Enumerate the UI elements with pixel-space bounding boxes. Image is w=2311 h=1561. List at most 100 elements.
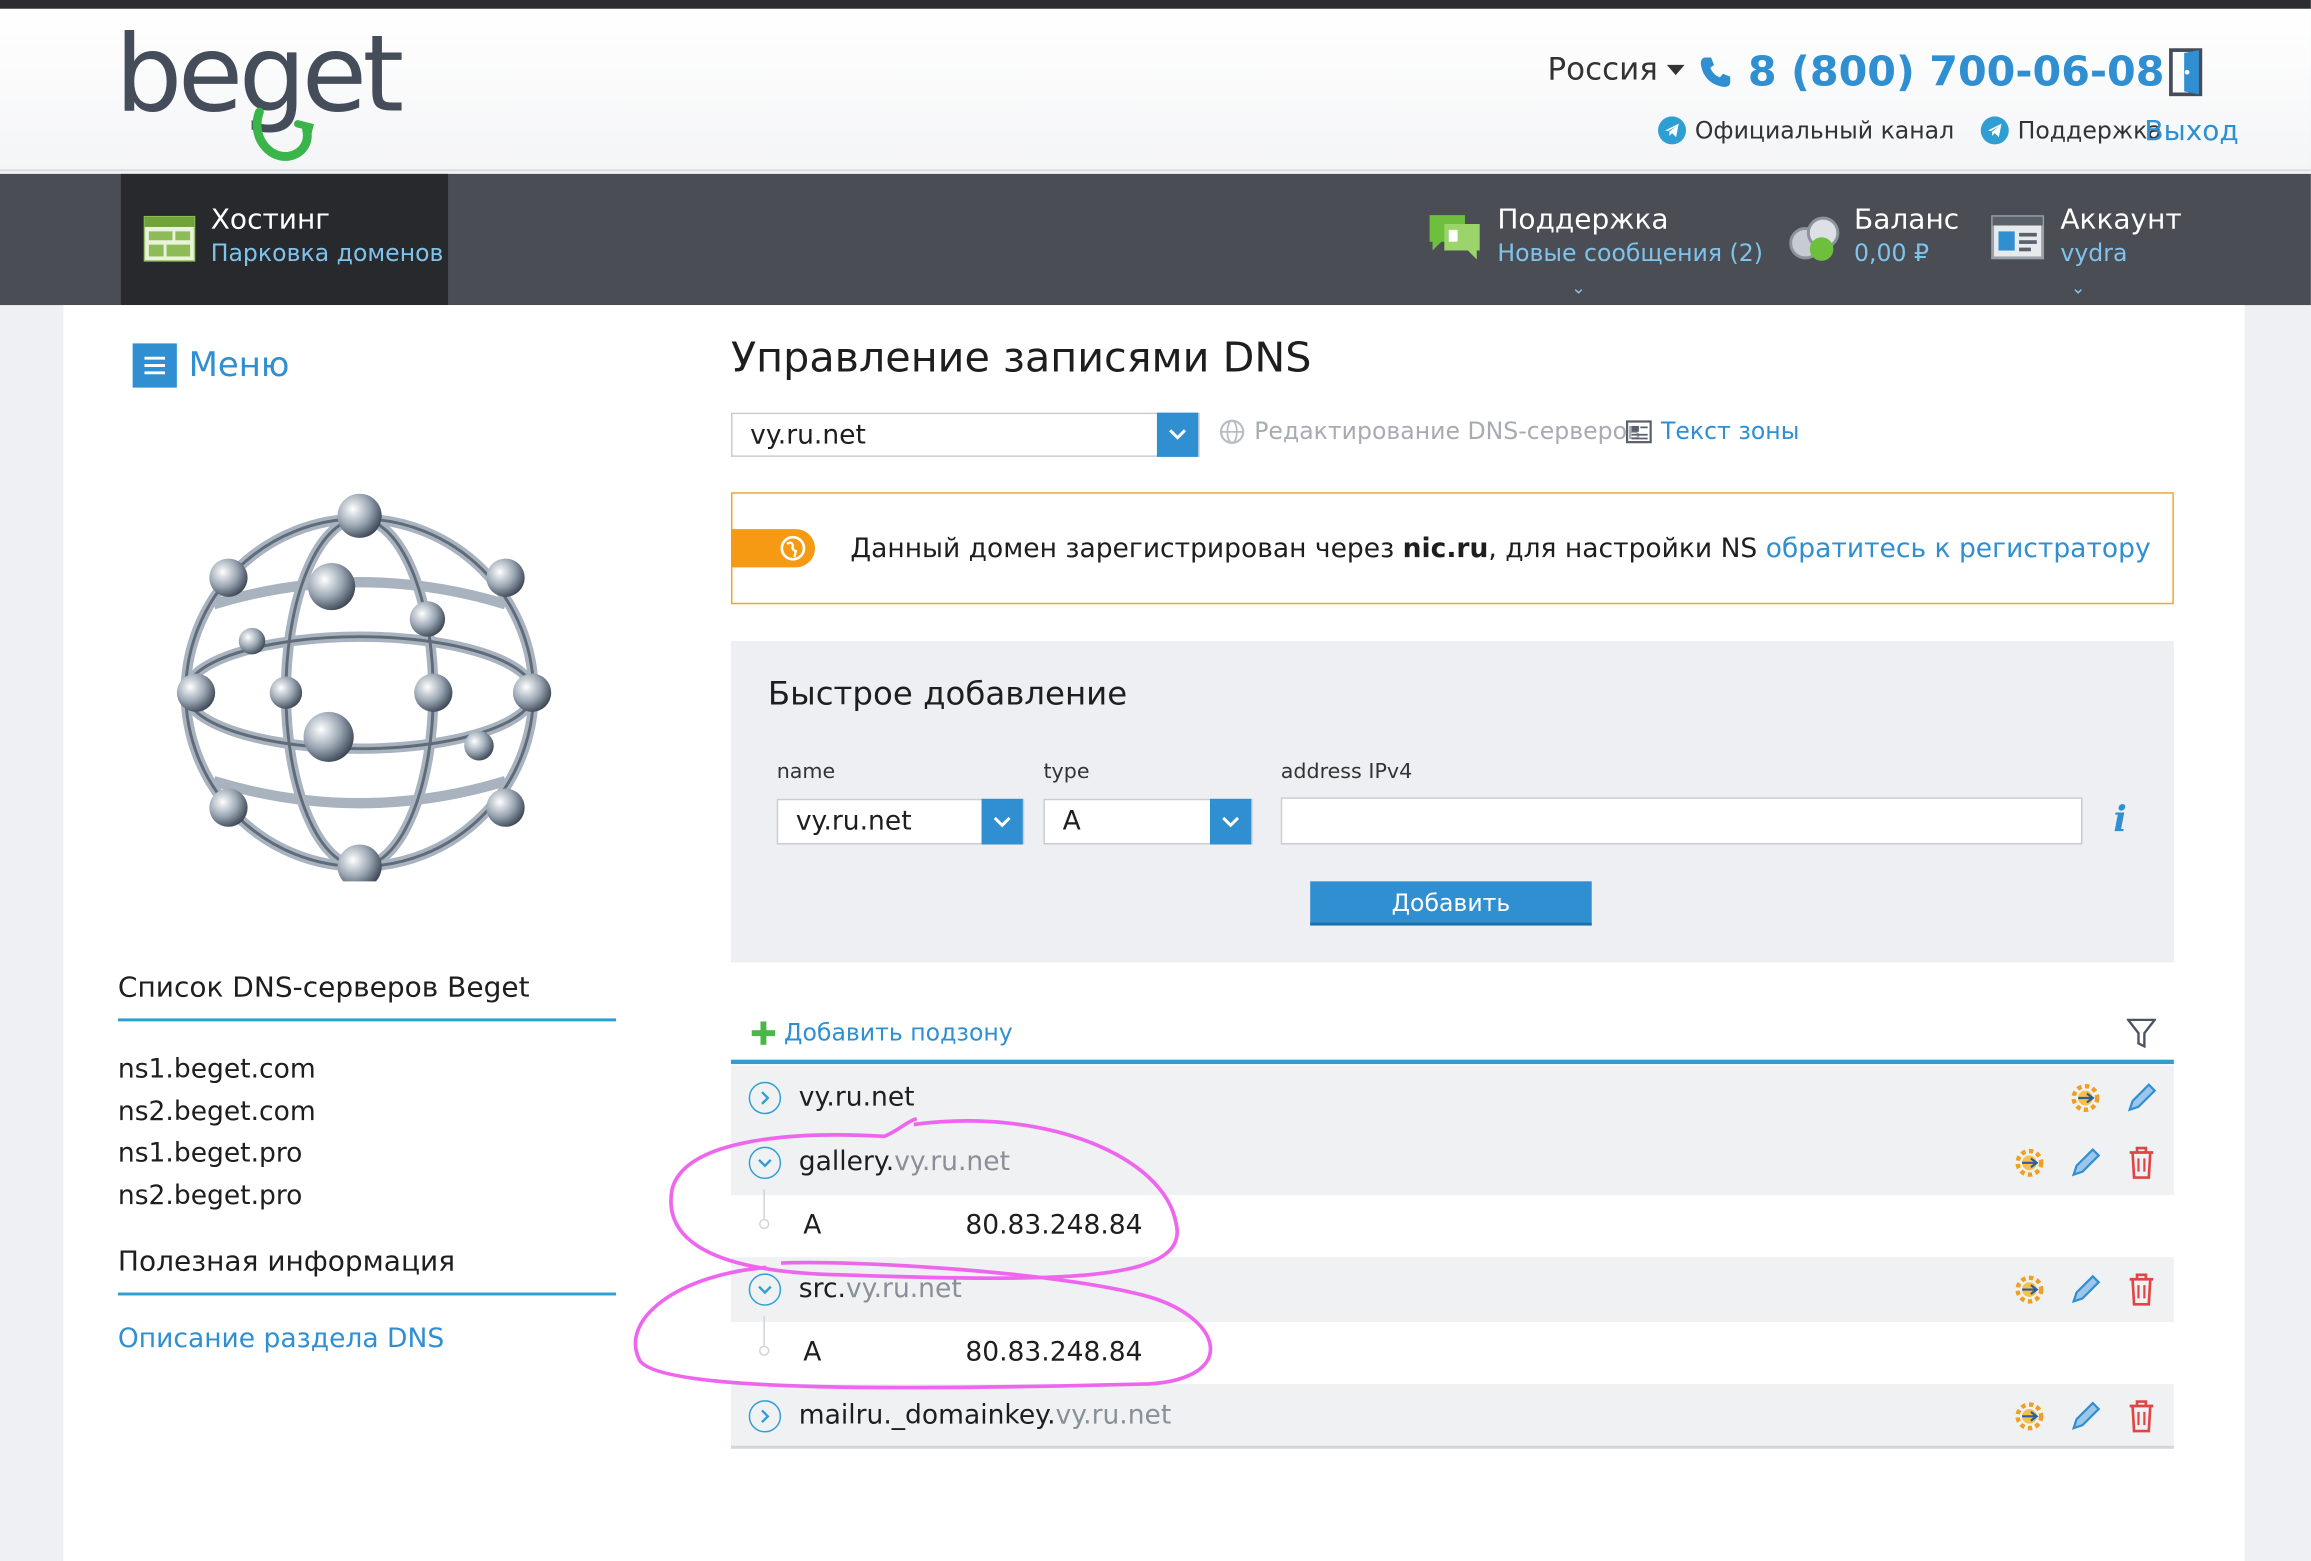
zone-name: src.vy.ru.net [799, 1273, 962, 1304]
dns-servers-heading: Список DNS-серверов Beget [117, 971, 617, 1022]
address-ipv4-input[interactable] [1280, 797, 2083, 845]
plus-icon [751, 1020, 776, 1045]
trash-icon[interactable] [2124, 1145, 2159, 1180]
quick-add-title: Быстрое добавление [767, 676, 1128, 714]
dns-description-link[interactable]: Описание раздела DNS [118, 1323, 444, 1354]
zone-prefix: gallery. [798, 1146, 895, 1178]
tree-line [763, 1316, 765, 1346]
record-row[interactable]: A 80.83.248.84 [731, 1189, 2174, 1258]
add-subzone-label: Добавить подзону [784, 1018, 1013, 1047]
nav-balance-sub: 0,00 ₽ [1854, 238, 1930, 267]
caret-down-icon [1666, 64, 1685, 75]
zone-domain: vy.ru.net [894, 1146, 1010, 1178]
table-top-border [731, 1059, 2174, 1065]
support-link-label: Поддержка [2017, 116, 2162, 145]
support-chat-icon [1429, 215, 1480, 260]
list-item: ns2.beget.pro [117, 1179, 303, 1211]
contact-registrar-link[interactable]: обратитесь к регистратору [1766, 534, 2151, 565]
chevron-down-icon[interactable]: ⌄ [1571, 277, 1586, 298]
expand-icon[interactable] [748, 1400, 782, 1433]
pencil-icon[interactable] [2068, 1399, 2103, 1434]
zone-prefix: mailru._domainkey. [798, 1400, 1056, 1432]
nav-balance-title: Баланс [1854, 203, 1960, 236]
coins-icon [1789, 216, 1840, 261]
nav-hosting[interactable]: Хостинг Парковка доменов [120, 173, 449, 306]
pencil-icon[interactable] [2068, 1272, 2103, 1307]
address-label: address IPv4 [1280, 760, 1413, 785]
chevron-down-icon [1156, 412, 1199, 457]
collapse-icon[interactable] [748, 1146, 782, 1180]
top-strip [0, 0, 2311, 9]
zone-name: mailru._domainkey.vy.ru.net [799, 1400, 1171, 1431]
record-type: A [803, 1209, 822, 1241]
page-title: Управление записями DNS [731, 333, 1312, 382]
list-item: ns1.beget.pro [117, 1137, 303, 1169]
expand-icon[interactable] [748, 1081, 782, 1115]
menu-label: Меню [188, 346, 290, 385]
phone-icon [1700, 56, 1731, 87]
zone-row[interactable]: src.vy.ru.net [731, 1257, 2174, 1322]
type-select[interactable]: A [1043, 798, 1253, 845]
zone-prefix: src. [798, 1273, 846, 1305]
notice-text-middle: , для настройки NS [1488, 533, 1766, 565]
nav-balance[interactable]: Баланс 0,00 ₽ [1854, 203, 1959, 266]
chevron-down-icon[interactable]: ⌄ [2071, 277, 2086, 298]
zone-row[interactable]: vy.ru.net [731, 1065, 2174, 1131]
trash-icon[interactable] [2124, 1272, 2159, 1307]
dns-globe-illustration [176, 493, 552, 882]
zone-row[interactable]: mailru._domainkey.vy.ru.net [731, 1383, 2174, 1449]
zone-row[interactable]: gallery.vy.ru.net [731, 1130, 2174, 1196]
region-label: Россия [1547, 51, 1658, 87]
phone-number[interactable]: 8 (800) 700-06-08 [1698, 47, 2165, 96]
gear-icon[interactable] [2068, 1080, 2103, 1115]
info-icon[interactable]: i [2113, 797, 2126, 840]
pencil-icon[interactable] [2124, 1080, 2159, 1115]
add-record-button[interactable]: Добавить [1310, 881, 1592, 926]
domain-select-value: vy.ru.net [750, 419, 866, 451]
domain-select[interactable]: vy.ru.net [731, 412, 1200, 457]
gear-icon[interactable] [2012, 1399, 2047, 1434]
globe-icon [780, 535, 806, 561]
edit-dns-servers-label: Редактирование DNS-серверов [1254, 417, 1641, 446]
zone-text-link[interactable]: Текст зоны [1625, 417, 1799, 445]
name-label: name [776, 760, 836, 785]
edit-dns-servers-link[interactable]: Редактирование DNS-серверов [1219, 417, 1641, 445]
collapse-icon[interactable] [748, 1273, 782, 1306]
type-select-value: A [1062, 806, 1081, 838]
pencil-icon[interactable] [2068, 1145, 2103, 1180]
nav-hosting-title: Хостинг [210, 203, 331, 236]
logo-swirl-icon [252, 107, 314, 161]
gear-icon[interactable] [2012, 1145, 2047, 1180]
nav-account-sub: vydra [2060, 238, 2128, 267]
filter-icon[interactable] [2126, 1017, 2157, 1049]
record-type: A [803, 1336, 822, 1368]
nav-hosting-sub: Парковка доменов [210, 238, 444, 267]
official-channel-label: Официальный канал [1694, 116, 1955, 145]
region-selector[interactable]: Россия [1547, 51, 1685, 87]
chevron-down-icon [981, 798, 1023, 845]
tree-line [763, 1189, 765, 1219]
official-channel-link[interactable]: Официальный канал [1658, 116, 1955, 145]
phone-text: 8 (800) 700-06-08 [1747, 47, 2165, 96]
name-select[interactable]: vy.ru.net [776, 798, 1025, 845]
logout-link[interactable]: Выход [2144, 115, 2238, 147]
telegram-icon [1980, 116, 2009, 145]
name-select-value: vy.ru.net [795, 806, 912, 838]
menu-button[interactable]: Меню [132, 343, 290, 388]
notice-registrar: nic.ru [1402, 533, 1489, 565]
add-subzone-link[interactable]: Добавить подзону [751, 1018, 1013, 1047]
logout-door-icon[interactable] [2166, 47, 2207, 97]
support-link[interactable]: Поддержка [1980, 116, 2162, 145]
gear-icon[interactable] [2012, 1272, 2047, 1307]
zone-domain: vy.ru.net [845, 1273, 962, 1305]
nav-support-title: Поддержка [1497, 203, 1669, 236]
trash-icon[interactable] [2124, 1399, 2159, 1434]
zone-domain: vy.ru.net [798, 1081, 915, 1113]
nav-support[interactable]: Поддержка Новые сообщения (2) [1497, 203, 1763, 266]
nav-account[interactable]: Аккаунт vydra [2060, 203, 2181, 266]
record-row[interactable]: A 80.83.248.84 [731, 1316, 2174, 1384]
tree-node [759, 1218, 770, 1230]
registrar-notice: Данный домен зарегистрирован через nic.r… [731, 492, 2174, 605]
site-header: beget Россия 8 (800) 700-06-08 Официальн… [0, 8, 2311, 171]
record-value: 80.83.248.84 [965, 1209, 1143, 1241]
